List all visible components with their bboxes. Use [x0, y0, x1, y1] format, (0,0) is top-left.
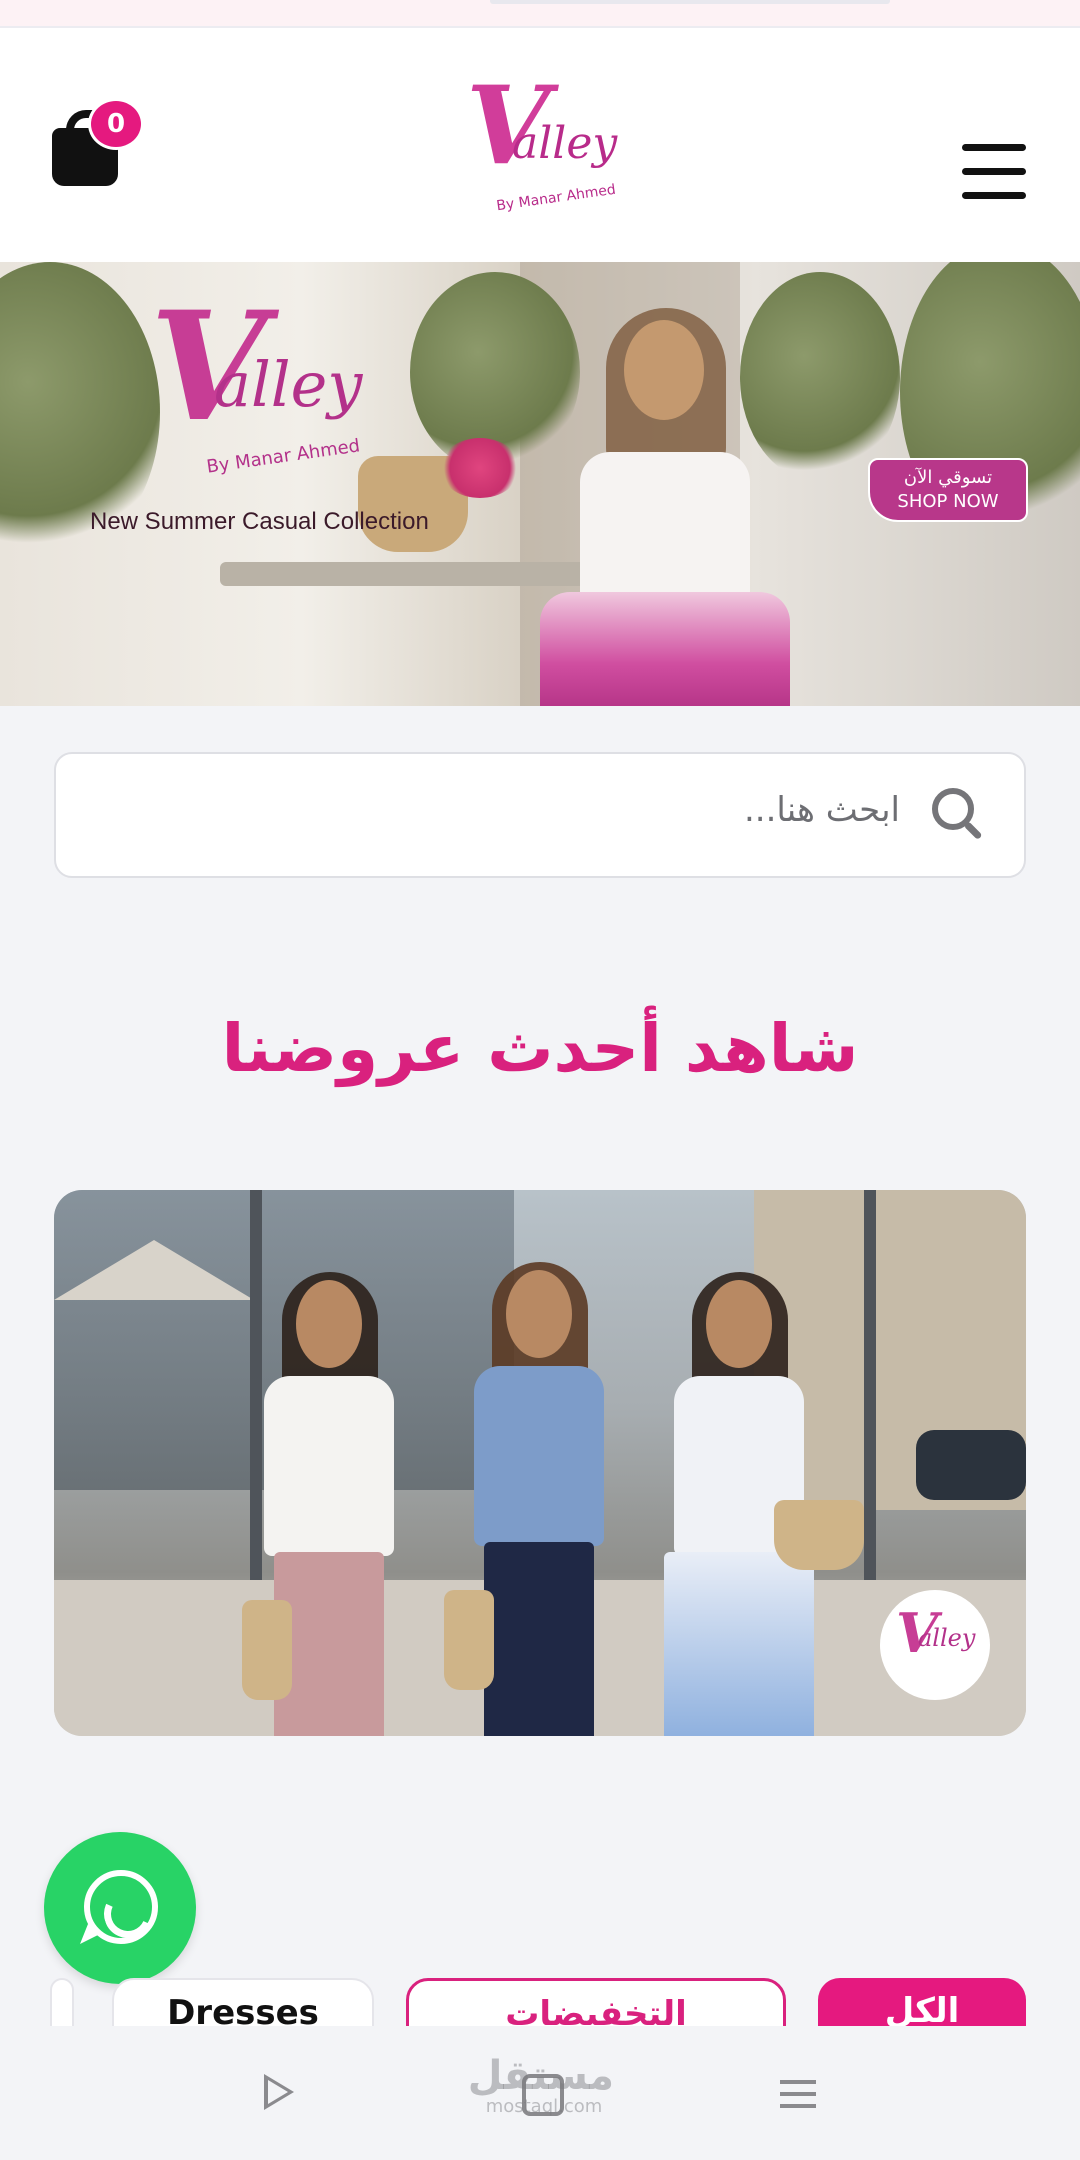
model-image [664, 1272, 864, 1736]
search-icon[interactable] [928, 784, 984, 841]
app-screen: 0 V alley By Manar Ahmed V alley By Mana… [0, 0, 1080, 2160]
hero-banner[interactable]: V alley By Manar Ahmed New Summer Casual… [0, 262, 1080, 706]
watermark: مستقل mostaql.com [467, 2053, 614, 2117]
drag-pill [490, 0, 890, 4]
hamburger-menu-icon[interactable] [962, 144, 1026, 200]
hero-logo-word: alley [214, 348, 363, 421]
shop-now-label-en: SHOP NOW [897, 491, 999, 512]
top-notification-strip [0, 0, 1080, 28]
flowers-image [440, 438, 520, 498]
hero-tagline: New Summer Casual Collection [90, 508, 429, 535]
hero-brand-logo: V alley By Manar Ahmed [150, 292, 390, 482]
offer-banner-card[interactable]: V alley [54, 1190, 1026, 1736]
model-image [540, 302, 790, 706]
search-placeholder: ابحث هنا... [743, 790, 900, 830]
model-image [242, 1272, 404, 1736]
category-tabs: Dresses التخفيضات الكل [0, 1974, 1080, 2026]
cafe-table-image [220, 562, 600, 586]
site-header: 0 V alley By Manar Ahmed [0, 28, 1080, 262]
offer-brand-badge: V alley [880, 1590, 990, 1700]
model-image [444, 1262, 614, 1736]
search-input[interactable]: ابحث هنا... [54, 752, 1026, 878]
brand-logo[interactable]: V alley By Manar Ahmed [460, 72, 620, 214]
category-tab[interactable] [50, 1978, 74, 2026]
recent-apps-icon[interactable] [780, 2076, 816, 2112]
street-pole [864, 1190, 876, 1580]
shop-now-button[interactable]: تسوقي الآن SHOP NOW [868, 458, 1028, 522]
car-image [916, 1430, 1026, 1500]
category-tab-dresses[interactable]: Dresses [112, 1978, 374, 2026]
shop-now-label-ar: تسوقي الآن [903, 467, 993, 488]
watermark-en: mostaql.com [485, 2096, 603, 2117]
cart-button[interactable]: 0 [52, 98, 144, 190]
category-tab-sale[interactable]: التخفيضات [406, 1978, 786, 2026]
logo-word: alley [512, 118, 618, 169]
cart-count-badge: 0 [88, 98, 144, 150]
whatsapp-button[interactable] [44, 1832, 196, 1984]
badge-logo-word: alley [918, 1624, 976, 1652]
watermark-ar: مستقل [467, 2053, 614, 2099]
category-tab-all[interactable]: الكل [818, 1978, 1026, 2026]
offers-section-title: شاهد أحدث عروضنا [221, 1010, 859, 1087]
